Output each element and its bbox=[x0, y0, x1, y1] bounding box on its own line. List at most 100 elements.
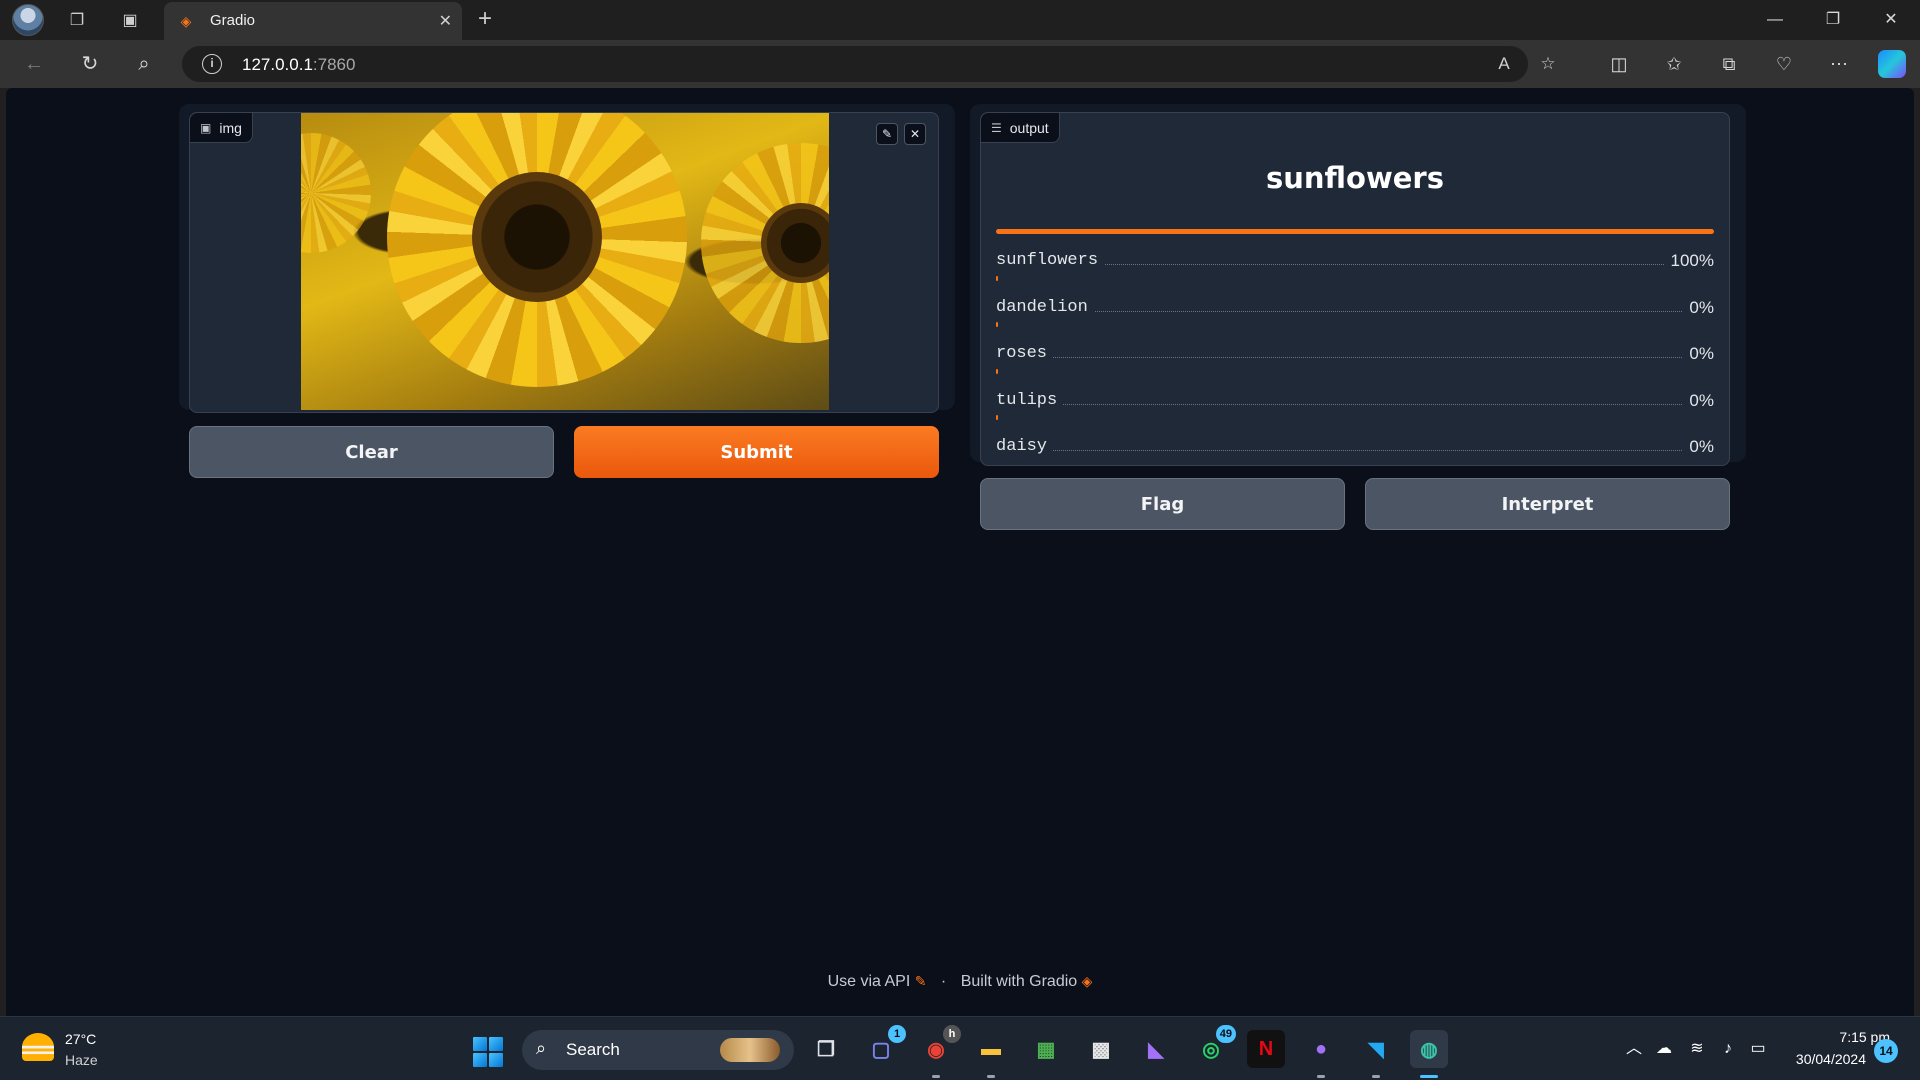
confidence-value: 0% bbox=[1683, 297, 1714, 318]
edge-browser-icon[interactable]: ◍ bbox=[1410, 1030, 1448, 1078]
github-desktop-icon[interactable]: ● bbox=[1302, 1030, 1340, 1078]
search-highlight-art bbox=[720, 1038, 780, 1062]
profile-avatar[interactable] bbox=[12, 4, 44, 36]
url-text[interactable]: 127.0.0.1:7860 bbox=[242, 55, 355, 75]
confidence-label: dandelion bbox=[996, 297, 1094, 317]
copilot-icon[interactable] bbox=[1878, 50, 1906, 78]
collections-icon[interactable]: ⧉ bbox=[1715, 50, 1743, 78]
predicted-label: sunflowers bbox=[1266, 161, 1444, 195]
browser-tab-gradio[interactable]: ◈ Gradio ✕ bbox=[164, 2, 462, 40]
label-output-block: ☰ output sunflowers sunflowers 100% dandel… bbox=[980, 112, 1730, 466]
confidence-bar bbox=[996, 322, 999, 327]
confidence-row: tulips 0% bbox=[996, 368, 1714, 415]
remove-image-icon[interactable]: ✕ bbox=[904, 123, 926, 145]
rocket-icon: ✎ bbox=[914, 973, 927, 989]
notification-count-badge[interactable]: 14 bbox=[1874, 1039, 1898, 1063]
wifi-icon[interactable]: ≋ bbox=[1685, 1037, 1709, 1061]
chrome-icon[interactable]: ◉ h bbox=[917, 1025, 961, 1078]
confidence-label: tulips bbox=[996, 390, 1064, 410]
confidence-row: roses 0% bbox=[996, 322, 1714, 368]
confidence-value: 0% bbox=[1683, 390, 1714, 411]
confidence-label: daisy bbox=[996, 437, 1054, 456]
battery-icon[interactable]: ▭ bbox=[1746, 1037, 1770, 1061]
weather-haze-icon[interactable] bbox=[22, 1033, 54, 1061]
clock-time[interactable]: 7:15 pm bbox=[1790, 1029, 1890, 1045]
whatsapp-badge: 49 bbox=[1215, 1025, 1236, 1043]
search-icon: ⌕ bbox=[536, 1038, 547, 1058]
input-panel: ▣ img ✎ ✕ Clear Submit bbox=[179, 104, 955, 478]
microsoft-store-icon[interactable]: ▩ bbox=[1082, 1030, 1120, 1068]
close-window-button[interactable]: ✕ bbox=[1868, 6, 1914, 34]
address-bar-row: ← ↻ ⌕ i 127.0.0.1:7860 A ☆ ◫ ✩ ⧉ ♡ ⋯ bbox=[0, 40, 1920, 88]
submit-button[interactable]: Submit bbox=[574, 426, 939, 478]
tab-close-icon[interactable]: ✕ bbox=[439, 11, 452, 31]
gradio-page: ▣ img ✎ ✕ Clear Submit ☰ output sunflowe… bbox=[6, 88, 1914, 1016]
confidence-dotted-line bbox=[996, 357, 1714, 358]
show-hidden-icons-icon[interactable]: ︿ bbox=[1622, 1037, 1646, 1061]
onedrive-cloud-icon[interactable]: ☁ bbox=[1652, 1037, 1676, 1061]
split-screen-icon[interactable]: ◫ bbox=[1605, 50, 1633, 78]
start-button[interactable] bbox=[473, 1037, 503, 1067]
interpret-button[interactable]: Interpret bbox=[1365, 478, 1730, 530]
confidence-bar bbox=[996, 415, 999, 420]
background-flower-left bbox=[301, 133, 371, 253]
output-label: ☰ output bbox=[981, 113, 1060, 143]
clear-button[interactable]: Clear bbox=[189, 426, 554, 478]
confidence-label: roses bbox=[996, 344, 1054, 363]
tab-title: Gradio bbox=[210, 12, 256, 29]
confidence-dotted-line bbox=[996, 310, 1714, 312]
built-with-gradio-link[interactable]: Built with Gradio bbox=[961, 973, 1078, 990]
photos-icon[interactable]: ▦ bbox=[1027, 1030, 1065, 1068]
confidence-dotted-line bbox=[996, 403, 1714, 405]
search-icon[interactable]: ⌕ bbox=[130, 50, 158, 78]
refresh-button[interactable]: ↻ bbox=[76, 50, 104, 78]
whatsapp-icon[interactable]: ◎ 49 bbox=[1192, 1025, 1236, 1068]
volume-icon[interactable]: ♪ bbox=[1716, 1037, 1740, 1061]
read-aloud-icon[interactable]: A bbox=[1492, 52, 1516, 76]
address-bar[interactable]: i 127.0.0.1:7860 A ☆ bbox=[182, 46, 1556, 82]
uploaded-image bbox=[301, 113, 829, 410]
vscode-icon[interactable]: ◥ bbox=[1357, 1030, 1395, 1078]
file-explorer-icon[interactable]: ▬ bbox=[972, 1030, 1010, 1078]
weather-temperature[interactable]: 27°C bbox=[65, 1031, 96, 1047]
confidence-value: 0% bbox=[1683, 437, 1714, 457]
flag-button[interactable]: Flag bbox=[980, 478, 1345, 530]
gradio-favicon-icon: ◈ bbox=[180, 13, 192, 29]
chart-icon: ☰ bbox=[991, 120, 1002, 135]
browser-essentials-icon[interactable]: ♡ bbox=[1770, 50, 1798, 78]
visual-studio-icon[interactable]: ◣ bbox=[1137, 1030, 1175, 1068]
image-icon: ▣ bbox=[200, 120, 212, 135]
output-panel: ☰ output sunflowers sunflowers 100% dandel… bbox=[970, 104, 1746, 530]
weather-description[interactable]: Haze bbox=[65, 1052, 98, 1068]
favorite-star-icon[interactable]: ☆ bbox=[1536, 52, 1560, 76]
confidence-bar bbox=[996, 368, 999, 374]
confidence-row: dandelion 0% bbox=[996, 275, 1714, 322]
taskbar-search[interactable]: ⌕ Search bbox=[522, 1030, 794, 1070]
site-info-icon[interactable]: i bbox=[202, 54, 222, 74]
task-view-icon[interactable]: ❐ bbox=[807, 1030, 845, 1068]
image-input-label: ▣ img bbox=[190, 113, 253, 143]
new-tab-button[interactable]: + bbox=[478, 6, 492, 32]
confidence-label: sunflowers bbox=[996, 251, 1105, 270]
confidence-bar bbox=[996, 229, 1714, 234]
vertical-tabs-icon[interactable]: ▣ bbox=[116, 6, 144, 34]
favorites-icon[interactable]: ✩ bbox=[1660, 50, 1688, 78]
back-button[interactable]: ← bbox=[20, 50, 48, 78]
image-input-block[interactable]: ▣ img ✎ ✕ bbox=[189, 112, 939, 413]
edit-pencil-icon[interactable]: ✎ bbox=[876, 123, 898, 145]
browser-tab-bar: ❐ ▣ ◈ Gradio ✕ + — ❐ ✕ bbox=[0, 0, 1920, 40]
restore-button[interactable]: ❐ bbox=[1810, 6, 1856, 34]
confidence-dotted-line bbox=[996, 450, 1714, 451]
use-via-api-link[interactable]: Use via API bbox=[828, 973, 911, 990]
confidence-row: daisy 0% bbox=[996, 415, 1714, 461]
clock-date[interactable]: 30/04/2024 bbox=[1770, 1051, 1866, 1067]
sunflower-center bbox=[472, 172, 602, 302]
teams-chat-icon[interactable]: ▢ 1 bbox=[862, 1025, 906, 1068]
page-footer: Use via API ✎ · Built with Gradio ◈ bbox=[6, 973, 1914, 991]
netflix-icon[interactable]: N bbox=[1247, 1030, 1285, 1068]
minimize-button[interactable]: — bbox=[1752, 6, 1798, 34]
more-menu-icon[interactable]: ⋯ bbox=[1825, 50, 1853, 78]
gradio-logo-icon: ◈ bbox=[1081, 973, 1093, 989]
workspaces-icon[interactable]: ❐ bbox=[63, 6, 91, 34]
search-label: Search bbox=[566, 1040, 620, 1059]
